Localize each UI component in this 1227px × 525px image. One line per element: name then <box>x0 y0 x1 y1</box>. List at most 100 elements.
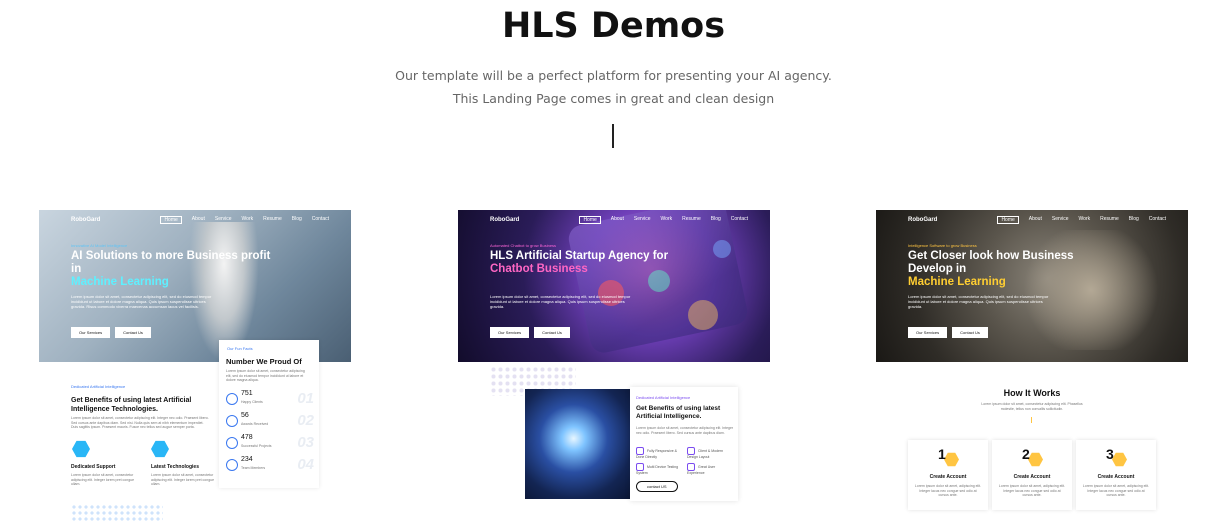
stat-row: 234 Team Members 04 <box>226 456 314 476</box>
how-it-works-title: How It Works <box>1003 388 1061 398</box>
demo-2-menu: Home About Service Work Resume Blog Cont… <box>579 216 748 224</box>
menu-item-about: About <box>191 216 205 222</box>
device-icon <box>636 463 644 471</box>
stats-text: Lorem ipsum dolor sit amet, consectetur … <box>226 369 305 382</box>
headline-accent: Machine Learning <box>908 276 1006 288</box>
demo-1-description: Lorem ipsum dolor sit amet, consectetur … <box>71 294 212 309</box>
award-icon <box>226 415 238 427</box>
stat-row: 56 Awards Received 02 <box>226 412 314 432</box>
panel-feature: Great User Experience <box>687 463 732 476</box>
step-hex-icon <box>1112 452 1127 467</box>
stat-number: 04 <box>297 456 314 473</box>
welding-image <box>525 389 633 499</box>
stat-label: Awards Received <box>241 422 269 426</box>
panel-feature: Fully Responsive & Done Directly <box>636 447 681 460</box>
responsive-icon <box>636 447 644 455</box>
projects-icon <box>226 437 238 449</box>
benefits-tag: Dedicated Artificial Intelligence <box>71 384 126 389</box>
page-subtitle: Our template will be a perfect platform … <box>395 68 832 106</box>
experience-icon <box>687 463 695 471</box>
menu-item-work: Work <box>1078 216 1091 222</box>
demo-3-description: Lorem ipsum dolor sit amet, consectetur … <box>908 294 1049 309</box>
demo-3-headline: Get Closer look how Business Develop in … <box>908 250 1108 289</box>
stat-row: 751 Happy Clients 01 <box>226 390 314 410</box>
menu-item-home: Home <box>997 216 1019 224</box>
stat-value: 751 <box>241 390 253 397</box>
stat-number: 02 <box>297 412 314 429</box>
stats-title: Number We Proud Of <box>226 357 302 366</box>
demo-card-2[interactable]: RoboGard Home About Service Work Resume … <box>458 210 770 525</box>
menu-item-service: Service <box>214 216 232 222</box>
team-icon <box>226 459 238 471</box>
headline-accent: Machine Learning <box>71 276 169 288</box>
stat-label: Successful Projects <box>241 444 272 448</box>
clients-icon <box>226 393 238 405</box>
demo-2-tagline: Automated Chatbot to grow Business <box>490 243 557 248</box>
benefits-panel: Dedicated Artificial Intelligence Get Be… <box>630 387 738 501</box>
step-title: Create Account <box>1097 474 1135 480</box>
step-title: Create Account <box>929 474 967 480</box>
menu-item-work: Work <box>241 216 254 222</box>
menu-item-home: Home <box>579 216 601 224</box>
headline-text: HLS Artificial Startup Agency for <box>490 250 669 262</box>
demo-card-3[interactable]: RoboGard Home About Service Work Resume … <box>876 210 1188 525</box>
robot-face-image <box>1016 230 1166 350</box>
menu-item-about: About <box>610 216 624 222</box>
step-hex-icon <box>944 452 959 467</box>
contact-us-button: Contact Us <box>952 327 988 338</box>
menu-item-contact: Contact <box>311 216 329 222</box>
our-services-button: Our Services <box>908 327 948 338</box>
demo-2-headline: HLS Artificial Startup Agency for Chatbo… <box>490 250 690 276</box>
stat-value: 56 <box>241 412 249 419</box>
menu-item-contact: Contact <box>1148 216 1166 222</box>
benefits-text: Lorem ipsum dolor sit amet, consectetur … <box>71 416 209 429</box>
menu-item-home: Home <box>160 216 182 224</box>
menu-item-resume: Resume <box>1100 216 1119 222</box>
panel-tag: Dedicated Artificial Intelligence <box>636 395 691 400</box>
demo-3-hero: RoboGard Home About Service Work Resume … <box>876 210 1188 362</box>
step-number: 3 <box>1106 446 1114 462</box>
feature-title: Latest Technologies <box>151 464 199 470</box>
our-services-button: Our Services <box>490 327 530 338</box>
feature-text: Lorem ipsum dolor sit amet, consectetur … <box>151 473 215 486</box>
demo-2-description: Lorem ipsum dolor sit amet, consectetur … <box>490 294 631 309</box>
step-title: Create Account <box>1013 474 1051 480</box>
demo-3-tagline: Intelligence Software to grow Business <box>908 243 977 248</box>
bokeh-light <box>713 240 731 258</box>
step-card: 3 Create Account Lorem ipsum dolor sit a… <box>1076 440 1156 510</box>
contact-us-button: Contact Us <box>115 327 151 338</box>
menu-item-blog: Blog <box>710 216 721 222</box>
demo-2-buttons: Our Services Contact Us <box>490 327 570 338</box>
headline-text: AI Solutions to more Business profit in <box>71 250 271 275</box>
panel-feature: Client & Modern Design Layout <box>687 447 732 460</box>
step-text: Lorem ipsum dolor sit amet, adipiscing e… <box>914 484 982 497</box>
panel-title: Get Benefits of using latest Artificial … <box>636 405 721 420</box>
our-services-button: Our Services <box>71 327 111 338</box>
stat-label: Team Members <box>241 466 266 470</box>
feature-text: Lorem ipsum dolor sit amet, consectetur … <box>71 473 135 486</box>
step-number: 1 <box>938 446 946 462</box>
menu-item-contact: Contact <box>730 216 748 222</box>
menu-item-about: About <box>1028 216 1042 222</box>
contact-us-button: Contact Us <box>534 327 570 338</box>
demo-3-logo: RoboGard <box>908 217 938 223</box>
menu-item-blog: Blog <box>1128 216 1139 222</box>
menu-item-service: Service <box>1051 216 1069 222</box>
step-hex-icon <box>1028 452 1043 467</box>
demo-3-menu: Home About Service Work Resume Blog Cont… <box>997 216 1166 224</box>
how-it-works-text: Lorem ipsum dolor sit amet, consectetur … <box>981 402 1083 411</box>
stat-row: 478 Successful Projects 03 <box>226 434 314 454</box>
demo-card-1[interactable]: RoboGard Home About Service Work Resume … <box>39 210 351 525</box>
step-text: Lorem ipsum dolor sit amet, adipiscing e… <box>998 484 1066 497</box>
demo-1-logo: RoboGard <box>71 217 101 223</box>
step-card: 2 Create Account Lorem ipsum dolor sit a… <box>992 440 1072 510</box>
headline-text: Get Closer look how Business Develop in <box>908 250 1074 275</box>
headline-accent: Chatbot Business <box>490 263 588 275</box>
menu-item-blog: Blog <box>291 216 302 222</box>
demo-3-buttons: Our Services Contact Us <box>908 327 988 338</box>
menu-item-resume: Resume <box>263 216 282 222</box>
stat-value: 234 <box>241 456 253 463</box>
design-icon <box>687 447 695 455</box>
benefits-title: Get Benefits of using latest Artificial … <box>71 397 192 413</box>
how-divider <box>1031 417 1032 423</box>
